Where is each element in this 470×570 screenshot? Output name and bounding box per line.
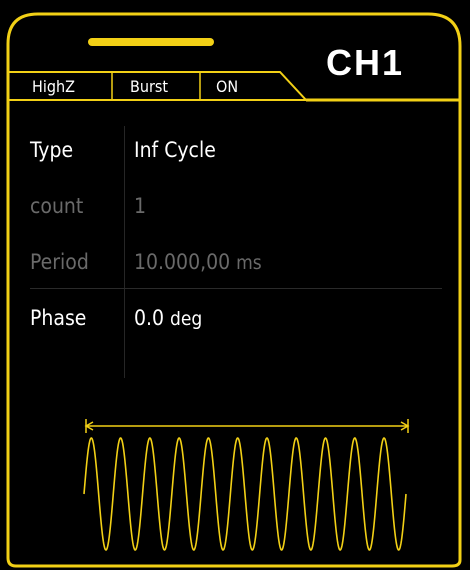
sine-wave	[83, 437, 407, 551]
burst-period-marker	[84, 419, 410, 433]
waveform-preview	[83, 419, 410, 551]
